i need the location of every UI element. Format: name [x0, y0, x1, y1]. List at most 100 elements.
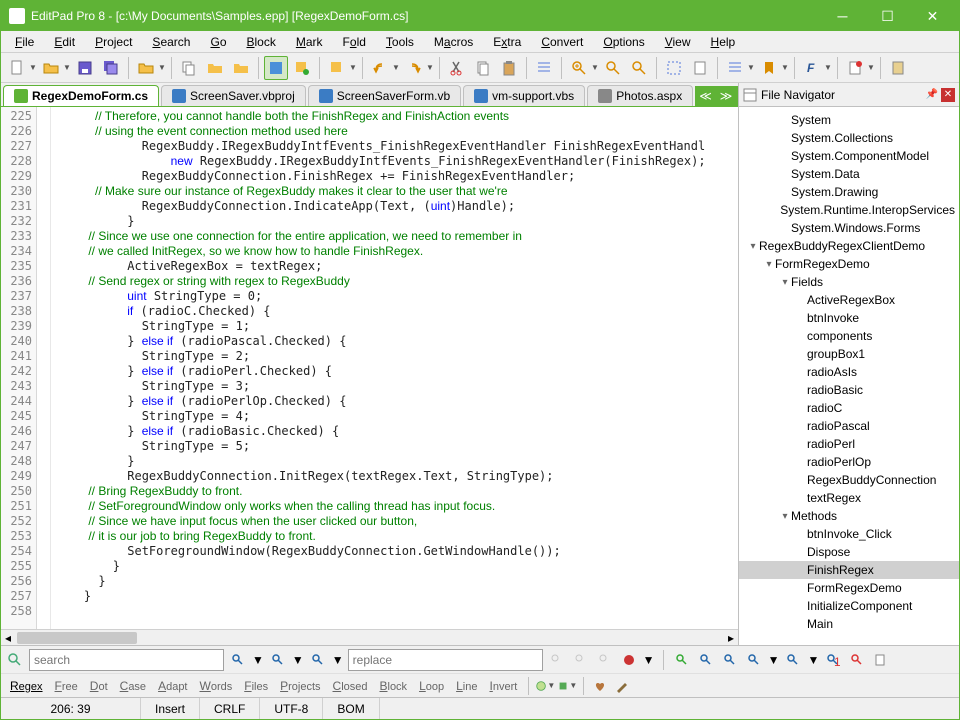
add-icon[interactable]	[290, 56, 314, 80]
find-in-files-icon[interactable]	[672, 650, 692, 670]
dropdown-icon[interactable]: ▼	[252, 653, 264, 667]
menu-file[interactable]: File	[5, 33, 44, 51]
nav-node[interactable]: textRegex	[739, 489, 959, 507]
zoom-reset-icon[interactable]	[627, 56, 651, 80]
nav-node[interactable]: System.Data	[739, 165, 959, 183]
replace-icon[interactable]	[547, 650, 567, 670]
search-input[interactable]	[29, 649, 224, 671]
search-opt-line[interactable]: Line	[451, 677, 482, 695]
navigator-tree[interactable]: SystemSystem.CollectionsSystem.Component…	[739, 107, 959, 645]
nav-node[interactable]: System.Windows.Forms	[739, 219, 959, 237]
undo-icon[interactable]	[368, 56, 392, 80]
dropdown-icon[interactable]: ▼	[158, 63, 166, 72]
nav-node[interactable]: components	[739, 327, 959, 345]
tab-screensaverform-vb[interactable]: ScreenSaverForm.vb	[308, 85, 461, 106]
search-opt-loop[interactable]: Loop	[414, 677, 449, 695]
nav-node[interactable]: ▾FormRegexDemo	[739, 255, 959, 273]
dropdown-icon[interactable]: ▼	[591, 63, 599, 72]
nav-node[interactable]: ▾Methods	[739, 507, 959, 525]
dropdown-icon[interactable]: ▼	[807, 653, 819, 667]
dropdown-icon[interactable]: ▼	[349, 63, 357, 72]
dropdown-icon[interactable]: ▼	[426, 63, 434, 72]
nav-node[interactable]: radioPerlOp	[739, 453, 959, 471]
search-opt-regex[interactable]: Regex	[5, 677, 48, 695]
paste-icon[interactable]	[497, 56, 521, 80]
replace-selection-icon[interactable]	[595, 650, 615, 670]
search-opt-words[interactable]: Words	[195, 677, 238, 695]
find-icon-6[interactable]: 123	[823, 650, 843, 670]
nav-node[interactable]: Dispose	[739, 543, 959, 561]
search-opt-projects[interactable]: Projects	[275, 677, 325, 695]
nav-node[interactable]: radioC	[739, 399, 959, 417]
menu-convert[interactable]: Convert	[531, 33, 593, 51]
help-icon[interactable]	[886, 56, 910, 80]
menu-fold[interactable]: Fold	[333, 33, 376, 51]
open-project-icon[interactable]	[134, 56, 158, 80]
zoom-in-icon[interactable]	[567, 56, 591, 80]
pin-icon[interactable]: 📌	[925, 88, 939, 102]
minimize-button[interactable]: ─	[820, 1, 865, 31]
menu-tools[interactable]: Tools	[376, 33, 424, 51]
nav-node[interactable]: radioAsIs	[739, 363, 959, 381]
search-opt-case[interactable]: Case	[115, 677, 151, 695]
heart-icon[interactable]	[590, 676, 610, 696]
tab-regexdemoform[interactable]: RegexDemoForm.cs	[3, 85, 159, 106]
nav-node[interactable]: FormRegexDemo	[739, 579, 959, 597]
dropdown-icon[interactable]: ▼	[332, 653, 344, 667]
nav-node[interactable]: InitializeComponent	[739, 597, 959, 615]
stop-icon[interactable]	[619, 650, 639, 670]
list-icon[interactable]	[723, 56, 747, 80]
code-area[interactable]: 225 226 227 228 229 230 231 232 233 234 …	[1, 107, 738, 629]
menu-edit[interactable]: Edit	[44, 33, 85, 51]
horizontal-scrollbar[interactable]: ◂▸	[1, 629, 738, 645]
nav-node[interactable]: System.Collections	[739, 129, 959, 147]
nav-node[interactable]: FinishRegex	[739, 561, 959, 579]
folder-icon[interactable]	[203, 56, 227, 80]
status-encoding[interactable]: UTF-8	[260, 698, 323, 719]
nav-node[interactable]: radioBasic	[739, 381, 959, 399]
search-highlight-icon[interactable]	[308, 650, 328, 670]
dropdown-icon[interactable]: ▼	[392, 63, 400, 72]
nav-node[interactable]: System.Drawing	[739, 183, 959, 201]
nav-node[interactable]: System	[739, 111, 959, 129]
nav-node[interactable]: radioPascal	[739, 417, 959, 435]
menu-extra[interactable]: Extra	[483, 33, 531, 51]
tab-photos-aspx[interactable]: Photos.aspx	[587, 85, 693, 106]
filter-icon[interactable]	[325, 56, 349, 80]
copy-clipboard-icon[interactable]	[471, 56, 495, 80]
open-file-icon[interactable]	[39, 56, 63, 80]
nav-node[interactable]: ▾Fields	[739, 273, 959, 291]
nav-node[interactable]: ActiveRegexBox	[739, 291, 959, 309]
play-icon[interactable]: ▼	[535, 676, 555, 696]
dropdown-icon[interactable]: ▼	[29, 63, 37, 72]
replace-input[interactable]	[348, 649, 543, 671]
search-opt-block[interactable]: Block	[374, 677, 412, 695]
maximize-button[interactable]: ☐	[865, 1, 910, 31]
zoom-out-icon[interactable]	[601, 56, 625, 80]
search-next-icon[interactable]	[268, 650, 288, 670]
tab-prev-icon[interactable]: ≪	[695, 89, 716, 103]
select-all-icon[interactable]	[688, 56, 712, 80]
record-icon[interactable]: ▼	[557, 676, 577, 696]
copy-icon[interactable]	[177, 56, 201, 80]
nav-node[interactable]: btnInvoke_Click	[739, 525, 959, 543]
redo-icon[interactable]	[402, 56, 426, 80]
nav-node[interactable]: ▾RegexBuddyRegexClientDemo	[739, 237, 959, 255]
search-opt-free[interactable]: Free	[50, 677, 83, 695]
menu-block[interactable]: Block	[237, 33, 286, 51]
search-prev-icon[interactable]	[228, 650, 248, 670]
nav-node[interactable]: groupBox1	[739, 345, 959, 363]
dropdown-icon[interactable]: ▼	[643, 653, 655, 667]
menu-macros[interactable]: Macros	[424, 33, 483, 51]
search-opt-adapt[interactable]: Adapt	[153, 677, 192, 695]
nav-node[interactable]: RegexBuddyConnection	[739, 471, 959, 489]
tab-vmsupport-vbs[interactable]: vm-support.vbs	[463, 85, 585, 106]
close-panel-icon[interactable]: ✕	[941, 88, 955, 102]
nav-node[interactable]: Main	[739, 615, 959, 633]
new-file-icon[interactable]	[5, 56, 29, 80]
fold-gutter[interactable]	[37, 107, 51, 629]
menu-go[interactable]: Go	[200, 33, 236, 51]
nav-node[interactable]: System.ComponentModel	[739, 147, 959, 165]
tab-screensaver-vbproj[interactable]: ScreenSaver.vbproj	[161, 85, 306, 106]
search-opt-dot[interactable]: Dot	[85, 677, 113, 695]
